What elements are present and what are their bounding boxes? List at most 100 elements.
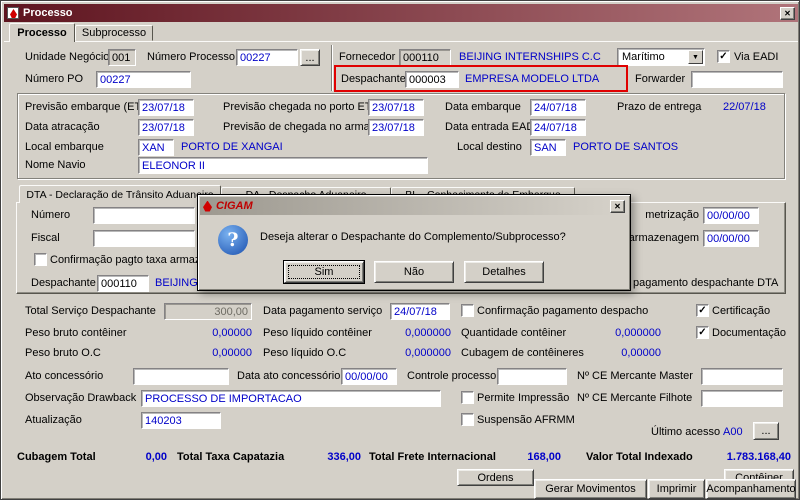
dta-despachante-code-field[interactable]: 000110 [97, 275, 149, 292]
data-embarque-field[interactable]: 24/07/18 [530, 99, 586, 116]
previsao-chegada-armazem-field[interactable]: 23/07/18 [368, 119, 424, 136]
dialog-title-bar[interactable]: CIGAM ✕ [200, 197, 628, 215]
data-ato-label: Data ato concessório [237, 370, 341, 382]
data-atracacao-field[interactable]: 23/07/18 [138, 119, 194, 136]
via-eadi-checkbox[interactable]: ✓ [717, 50, 730, 63]
quantidade-conteiner-value: 0,000000 [615, 327, 661, 339]
tab-page-edge [4, 41, 798, 42]
despachante-code-field[interactable]: 000003 [405, 71, 459, 88]
documentacao-label: Documentação [712, 327, 786, 339]
taxa-capatazia-label: Total Taxa Capatazia [177, 451, 285, 463]
data-entrada-eadi-field[interactable]: 24/07/18 [530, 119, 586, 136]
documentacao-checkbox[interactable]: ✓ [696, 326, 709, 339]
previsao-chegada-armazem-label: Previsão de chegada no armazém [223, 121, 391, 133]
valor-indexado-label: Valor Total Indexado [586, 451, 693, 463]
peso-liquido-oc-value: 0,000000 [405, 347, 451, 359]
chevron-down-icon[interactable]: ▼ [688, 50, 703, 64]
total-servico-field: 300,00 [164, 303, 252, 320]
ato-concessorio-field[interactable] [133, 368, 229, 385]
header-separator [331, 45, 332, 91]
fornecedor-code-field[interactable]: 000110 [399, 49, 451, 66]
controle-processo-field[interactable] [497, 368, 567, 385]
confirmacao-despacho-checkbox[interactable] [461, 304, 474, 317]
ultimo-acesso-browse-button[interactable]: ... [753, 422, 779, 440]
suspensao-afrmm-checkbox[interactable] [461, 413, 474, 426]
dta-confirmacao-pagto-checkbox[interactable] [34, 253, 47, 266]
local-destino-field[interactable]: SAN [530, 139, 566, 156]
taxa-capatazia-value: 336,00 [327, 451, 361, 463]
local-destino-name: PORTO DE SANTOS [573, 141, 679, 153]
numero-processo-label: Número Processo [147, 51, 236, 63]
nome-navio-label: Nome Navio [25, 159, 86, 171]
question-icon: ? [218, 225, 248, 255]
ordens-button[interactable]: Ordens [457, 469, 534, 486]
data-pagamento-label: Data pagamento serviço [263, 305, 383, 317]
dta-despachante-label: Despachante [31, 277, 96, 289]
imprimir-button[interactable]: Imprimir [648, 479, 705, 499]
ce-filhote-label: Nº CE Mercante Filhote [577, 392, 693, 404]
nao-button[interactable]: Não [374, 261, 454, 283]
dta-fiscal-field[interactable] [93, 230, 195, 247]
dialog-title: CIGAM [216, 200, 253, 212]
tab-processo[interactable]: Processo [9, 23, 75, 42]
tab-subprocesso[interactable]: Subprocesso [75, 25, 153, 41]
dta-pagamento-despachante-label-fragment: pagamento despachante DTA [633, 277, 779, 289]
numero-po-field[interactable]: 00227 [96, 71, 191, 88]
numero-processo-field[interactable]: 00227 [236, 49, 298, 66]
dialog-close-icon[interactable]: ✕ [610, 199, 625, 213]
forwarder-field[interactable] [691, 71, 783, 88]
previsao-embarque-label: Previsão embarque (ETD) [25, 101, 153, 113]
cubagem-total-value: 0,00 [145, 451, 167, 463]
dialog-message: Deseja alterar o Despachante do Compleme… [260, 231, 566, 243]
peso-liquido-conteiner-label: Peso líquido contêiner [263, 327, 372, 339]
peso-bruto-conteiner-value: 0,00000 [212, 327, 252, 339]
local-destino-label: Local destino [457, 141, 522, 153]
atualizacao-field[interactable]: 140203 [141, 412, 221, 429]
data-pagamento-field[interactable]: 24/07/18 [390, 303, 450, 320]
tab-dta[interactable]: DTA - Declaração de Trânsito Aduaneiro [19, 185, 221, 203]
data-ato-field[interactable]: 00/00/00 [341, 368, 397, 385]
ce-master-field[interactable] [701, 368, 783, 385]
window-title: Processo [23, 7, 73, 19]
gerar-movimentos-button[interactable]: Gerar Movimentos [534, 479, 647, 499]
local-embarque-label: Local embarque [25, 141, 104, 153]
peso-liquido-oc-label: Peso líquido O.C [263, 347, 347, 359]
permite-impressao-label: Permite Impressão [477, 392, 570, 404]
local-embarque-field[interactable]: XAN [138, 139, 174, 156]
permite-impressao-checkbox[interactable] [461, 391, 474, 404]
cubagem-conteineres-value: 0,00000 [621, 347, 661, 359]
fornecedor-name: BEIJING INTERNSHIPS C.C [459, 51, 601, 63]
cigam-dialog: CIGAM ✕ ? Deseja alterar o Despachante d… [197, 194, 631, 291]
quantidade-conteiner-label: Quantidade contêiner [461, 327, 567, 339]
detalhes-button[interactable]: Detalhes [464, 261, 544, 283]
ce-filhote-field[interactable] [701, 390, 783, 407]
dta-taxa-armazenagem-field[interactable]: 00/00/00 [703, 230, 759, 247]
unidade-negocio-field[interactable]: 001 [108, 49, 136, 66]
frete-internacional-value: 168,00 [527, 451, 561, 463]
frete-internacional-label: Total Frete Internacional [369, 451, 496, 463]
forwarder-label: Forwarder [635, 73, 686, 85]
peso-liquido-conteiner-value: 0,000000 [405, 327, 451, 339]
observacao-drawback-field[interactable]: PROCESSO DE IMPORTACAO [141, 390, 441, 407]
title-bar[interactable]: Processo ✕ [4, 4, 798, 22]
app-icon [7, 7, 19, 19]
despachante-name: EMPRESA MODELO LTDA [465, 73, 600, 85]
acompanhamento-button[interactable]: Acompanhamento [706, 479, 796, 499]
previsao-embarque-field[interactable]: 23/07/18 [138, 99, 194, 116]
observacao-drawback-label: Observação Drawback [25, 392, 137, 404]
numero-processo-browse-button[interactable]: ... [300, 49, 320, 66]
previsao-chegada-porto-field[interactable]: 23/07/18 [368, 99, 424, 116]
ce-master-label: Nº CE Mercante Master [577, 370, 693, 382]
nome-navio-field[interactable]: ELEONOR II [138, 157, 428, 174]
valor-indexado-value: 1.783.168,40 [726, 451, 791, 463]
sim-button[interactable]: Sim [284, 261, 364, 283]
suspensao-afrmm-label: Suspensão AFRMM [477, 414, 575, 426]
transporte-select[interactable]: Marítimo ▼ [617, 48, 705, 66]
despachante-label: Despachante [341, 73, 406, 85]
dta-metrizacao-field[interactable]: 00/00/00 [703, 207, 759, 224]
dta-confirmacao-pagto-label: Confirmação pagto taxa armaze [50, 254, 207, 266]
certificacao-checkbox[interactable]: ✓ [696, 304, 709, 317]
close-icon[interactable]: ✕ [780, 6, 795, 20]
dta-numero-field[interactable] [93, 207, 195, 224]
dta-numero-label: Número [31, 209, 71, 221]
